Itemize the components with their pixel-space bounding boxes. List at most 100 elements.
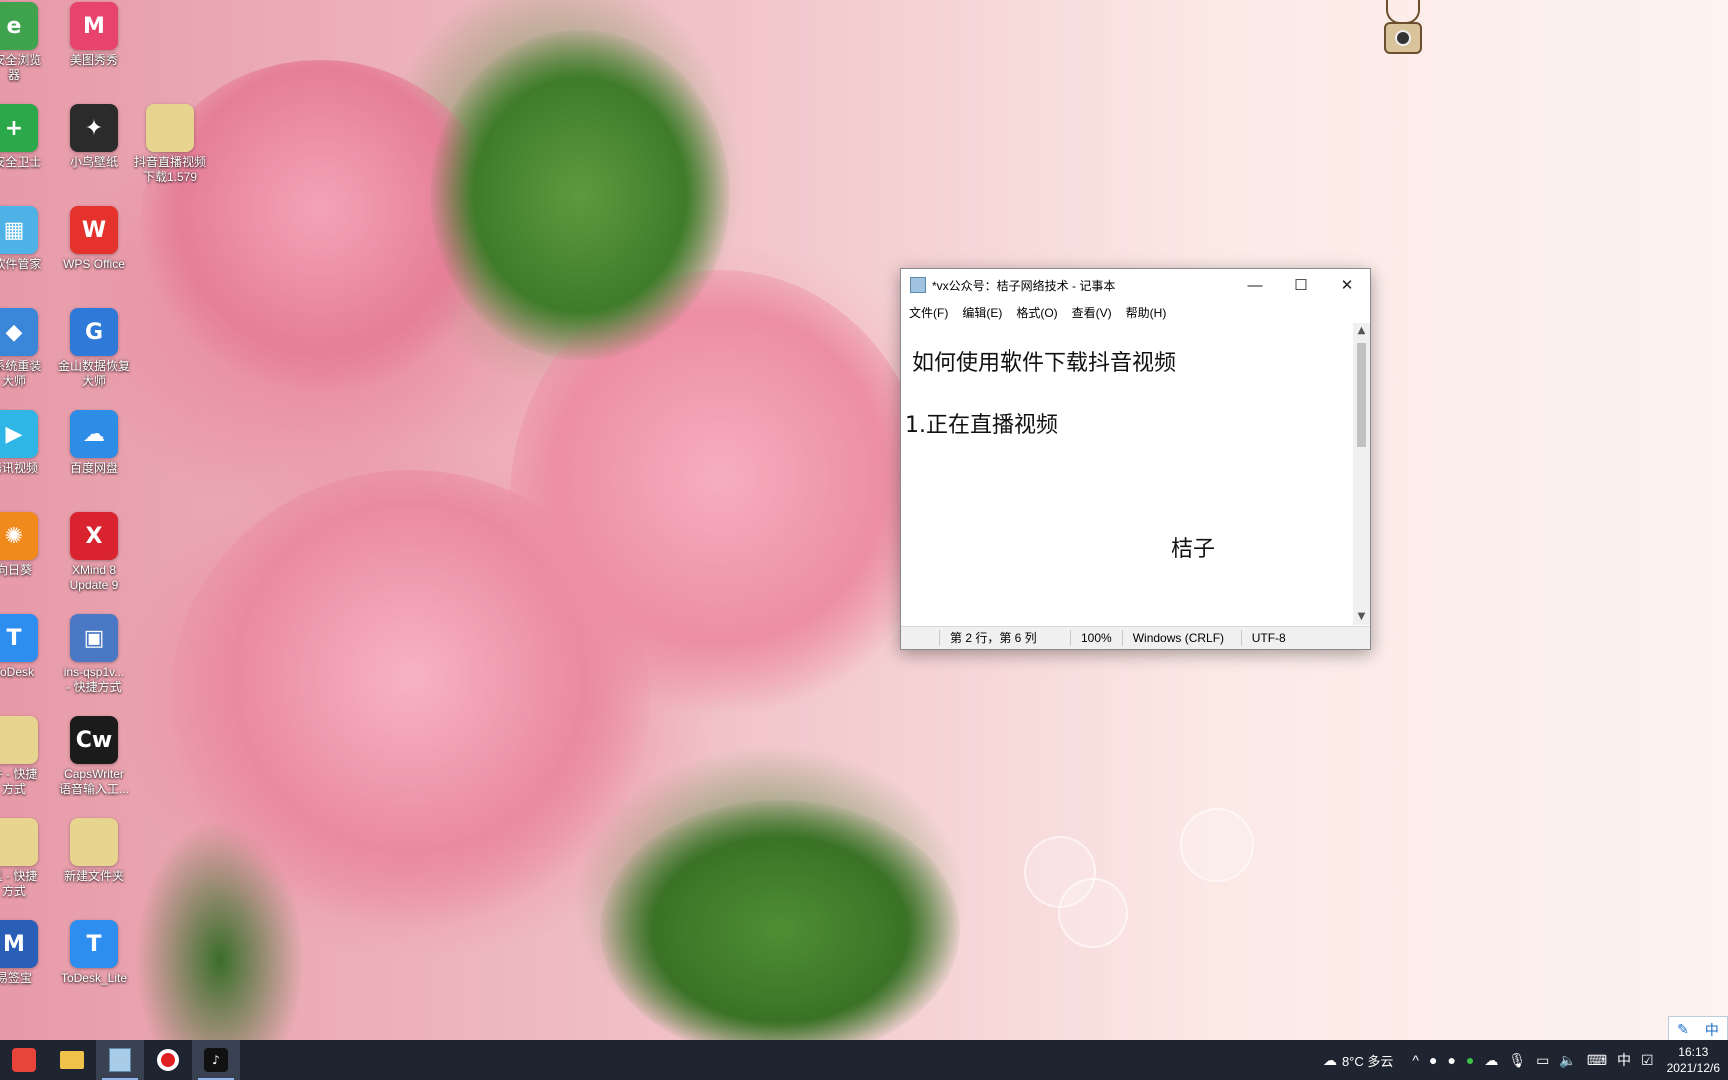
text-line: 桔子 [1171, 537, 1216, 562]
wallpaper-rose-bottom [170, 470, 650, 930]
tencent-video-icon: ▶ [0, 410, 38, 458]
clock-time: 16:13 [1678, 1045, 1709, 1059]
ime-toggle-icon[interactable]: ✎ [1677, 1022, 1689, 1038]
system-tray: ☁ 8°C 多云 ^ ● ● ● ☁ 🎙 ▭ 🔈 ⌨ 中 ☑ 16:13 202… [1318, 1040, 1728, 1080]
wechat-icon[interactable]: ● [1466, 1052, 1474, 1068]
network-icon[interactable]: ▭ [1536, 1052, 1549, 1069]
minimize-button[interactable]: — [1232, 269, 1278, 301]
desktop-icon-label: XMind 8 Update 9 [69, 563, 119, 592]
meitu-icon: M [70, 2, 118, 50]
menu-view[interactable]: 查看(V) [1072, 304, 1112, 321]
capswriter-icon: Cw [70, 716, 118, 764]
remote-desktop-icon: ▣ [70, 614, 118, 662]
xmind-icon: X [70, 512, 118, 560]
keyboard-icon[interactable]: ⌨ [1587, 1052, 1607, 1069]
encoding: UTF-8 [1240, 630, 1296, 646]
desktop-icon[interactable]: ☁ 百度网盘 [50, 410, 138, 476]
desktop-icon-label: 金山数据恢复 大师 [57, 359, 130, 388]
status-bar: 第 2 行，第 6 列 100% Windows (CRLF) UTF-8 [901, 626, 1370, 649]
folder-icon [146, 104, 194, 152]
desktop-icon[interactable]: 抖音直播视频 下载1.579 [126, 104, 214, 185]
scroll-thumb[interactable] [1357, 343, 1366, 447]
qq-icon-2[interactable]: ● [1447, 1052, 1455, 1068]
wallpaper-rose-right [510, 270, 930, 730]
desktop-icon[interactable]: T ToDesk_Lite [50, 920, 138, 986]
text-editor-area[interactable]: 如何使用软件下载抖音视频 1.正在直播视频 桔子 [901, 323, 1352, 625]
scroll-up-icon[interactable]: ▲ [1353, 323, 1370, 339]
menu-bar: 文件(F) 编辑(E) 格式(O) 查看(V) 帮助(H) [901, 301, 1370, 323]
qq-icon[interactable]: ● [1429, 1052, 1437, 1068]
cloud-sync-icon[interactable]: ☁ [1484, 1052, 1498, 1069]
360-browser-icon: e [0, 2, 38, 50]
folder-shortcut-icon [0, 716, 38, 764]
camera-widget-icon[interactable] [1384, 22, 1422, 54]
text-line: 如何使用软件下载抖音视频 [905, 351, 1176, 376]
desktop-icon[interactable]: W WPS Office [50, 206, 138, 272]
desktop-icon-label: ToDesk_Lite [60, 971, 128, 985]
taskbar-app-bird-icon[interactable] [0, 1040, 48, 1080]
menu-edit[interactable]: 编辑(E) [962, 304, 1002, 321]
title-bar[interactable]: *vx公众号：桔子网络技术 - 记事本 — ☐ ✕ [901, 269, 1370, 301]
taskbar-notepad-icon[interactable] [96, 1040, 144, 1080]
todesk-icon: T [0, 614, 38, 662]
zoom-level: 100% [1070, 630, 1122, 646]
menu-file[interactable]: 文件(F) [909, 304, 948, 321]
software-manager-icon: ▦ [0, 206, 38, 254]
chevron-up-icon[interactable]: ^ [1412, 1052, 1419, 1068]
desktop-icon[interactable]: G 金山数据恢复 大师 [50, 308, 138, 389]
wps-icon: W [70, 206, 118, 254]
desktop-icon-label: 美图秀秀 [69, 53, 118, 67]
desktop-icon[interactable]: Cw CapsWriter 语音输入工... [50, 716, 138, 797]
taskbar-recorder-icon[interactable] [144, 1040, 192, 1080]
line-ending: Windows (CRLF) [1121, 630, 1241, 646]
wallpaper-leaf-top [430, 30, 730, 360]
desktop-icon-label: 新建文件夹 [63, 869, 124, 883]
window-title: *vx公众号：桔子网络技术 - 记事本 [932, 278, 1116, 293]
cursor-position: 第 2 行，第 6 列 [939, 630, 1070, 646]
notepad-app-icon [910, 277, 926, 293]
new-folder-icon [70, 818, 118, 866]
desktop-icon-label: CapsWriter 语音输入工... [58, 767, 129, 796]
esign-icon: M [0, 920, 38, 968]
camera-strap [1386, 0, 1420, 24]
weather-text[interactable]: 8°C 多云 [1342, 1051, 1393, 1070]
folder-shortcut-icon-2 [0, 818, 38, 866]
scroll-down-icon[interactable]: ▼ [1353, 609, 1370, 625]
system-reinstall-icon: ◆ [0, 308, 38, 356]
text-line: 1.正在直播视频 [905, 413, 1058, 438]
data-recovery-icon: G [70, 308, 118, 356]
baidu-pan-icon: ☁ [70, 410, 118, 458]
wallpaper-leaf-bottom [600, 800, 960, 1060]
menu-format[interactable]: 格式(O) [1016, 304, 1057, 321]
taskbar-douyin-icon[interactable]: ♪ [192, 1040, 240, 1080]
taskbar-file-explorer-icon[interactable] [48, 1040, 96, 1080]
vertical-scrollbar[interactable]: ▲ ▼ [1353, 323, 1370, 625]
desktop-icon-label: WPS Office [63, 257, 125, 271]
maximize-button[interactable]: ☐ [1278, 269, 1324, 301]
clock[interactable]: 16:13 2021/12/6 [1667, 1044, 1720, 1076]
clock-date: 2021/12/6 [1666, 1061, 1720, 1075]
bokeh-circle [1180, 808, 1254, 882]
notification-checkbox-icon[interactable]: ☑ [1641, 1052, 1654, 1069]
desktop-icon[interactable]: ✦ 小鸟壁纸 [50, 104, 138, 170]
weather-cloud-icon[interactable]: ☁ [1323, 1052, 1337, 1069]
desktop-icon[interactable]: X XMind 8 Update 9 [50, 512, 138, 593]
desktop-icon-label: 抖音直播视频 下载1.579 [133, 155, 206, 184]
desktop-icon-label: ins-qsp1v... - 快捷方式 [63, 665, 125, 694]
bokeh-circle [1058, 878, 1128, 948]
sunflower-icon: ✺ [0, 512, 38, 560]
close-button[interactable]: ✕ [1324, 269, 1370, 301]
ime-mode[interactable]: 中 [1705, 1020, 1719, 1040]
bird-wallpaper-icon: ✦ [70, 104, 118, 152]
microphone-icon[interactable]: 🎙 [1508, 1052, 1526, 1069]
ime-indicator[interactable]: 中 [1617, 1050, 1631, 1070]
desktop-icon[interactable]: ▣ ins-qsp1v... - 快捷方式 [50, 614, 138, 695]
desktop-icon-label: 小鸟壁纸 [69, 155, 118, 169]
360-security-icon: + [0, 104, 38, 152]
notepad-window[interactable]: *vx公众号：桔子网络技术 - 记事本 — ☐ ✕ 文件(F) 编辑(E) 格式… [900, 268, 1371, 650]
desktop-icon[interactable]: 新建文件夹 [50, 818, 138, 884]
desktop-icon[interactable]: M 美图秀秀 [50, 2, 138, 68]
todesk-lite-icon: T [70, 920, 118, 968]
volume-icon[interactable]: 🔈 [1559, 1052, 1576, 1069]
menu-help[interactable]: 帮助(H) [1126, 304, 1167, 321]
